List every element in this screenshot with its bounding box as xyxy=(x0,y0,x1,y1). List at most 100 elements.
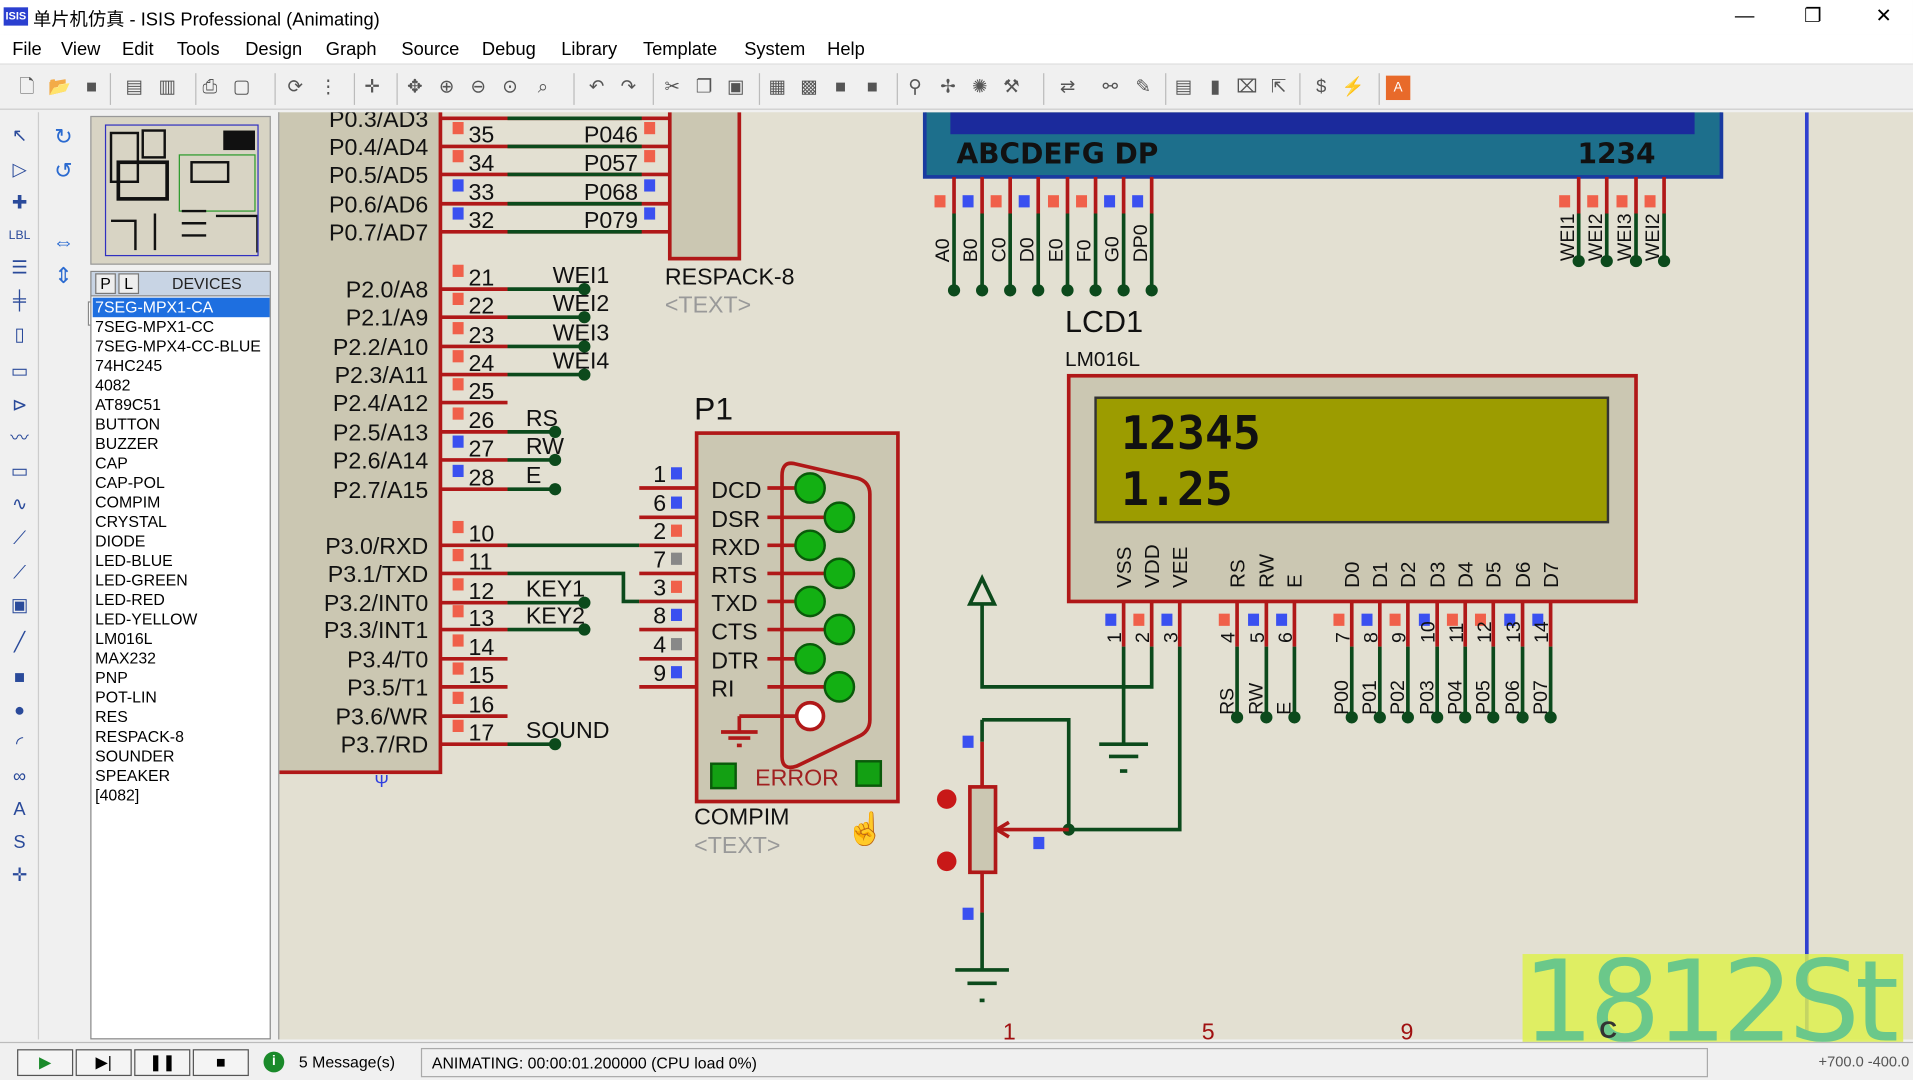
restore-button[interactable]: ❐ xyxy=(1789,2,1838,31)
device-list-item[interactable]: CAP xyxy=(93,454,270,474)
component-mode-icon[interactable]: ▷ xyxy=(5,157,34,184)
menu-file[interactable]: File xyxy=(12,39,41,60)
device-list-item[interactable]: LED-YELLOW xyxy=(93,610,270,630)
cut-icon[interactable]: ✂ xyxy=(660,76,684,100)
junction-dot-icon[interactable]: ✚ xyxy=(5,190,34,217)
close-button[interactable]: ✕ xyxy=(1859,2,1908,31)
menu-template[interactable]: Template xyxy=(643,39,717,60)
device-list-item[interactable]: 74HC245 xyxy=(93,356,270,376)
graph-icon[interactable]: 〰 xyxy=(5,426,34,453)
device-list-item[interactable]: LED-RED xyxy=(93,590,270,610)
menu-design[interactable]: Design xyxy=(245,39,302,60)
device-list-item[interactable]: COMPIM xyxy=(93,493,270,513)
paste-icon[interactable]: ▣ xyxy=(723,76,747,100)
play-button[interactable]: ▶ xyxy=(17,1049,74,1077)
subcircuit-icon[interactable]: ▯ xyxy=(5,322,34,349)
print-icon[interactable]: ⎙ xyxy=(198,76,222,100)
minimize-button[interactable]: — xyxy=(1720,2,1769,31)
device-list-item[interactable]: SOUNDER xyxy=(93,747,270,767)
virtual-instruments-icon[interactable]: ▣ xyxy=(5,593,34,620)
device-list-item[interactable]: SPEAKER xyxy=(93,766,270,786)
device-list-item[interactable]: RES xyxy=(93,708,270,728)
symbol-icon[interactable]: S xyxy=(5,830,34,857)
path-icon[interactable]: ∞ xyxy=(5,764,34,791)
menu-system[interactable]: System xyxy=(744,39,805,60)
menu-graph[interactable]: Graph xyxy=(326,39,377,60)
selection-mode-icon[interactable]: ↖ xyxy=(5,123,34,150)
origin-icon[interactable]: ✛ xyxy=(360,76,384,100)
zoom-all-icon[interactable]: ⊙ xyxy=(498,76,522,100)
stop-button[interactable]: ■ xyxy=(192,1049,249,1077)
device-list-item[interactable]: DIODE xyxy=(93,532,270,552)
menu-debug[interactable]: Debug xyxy=(482,39,536,60)
block-delete-icon[interactable]: ■ xyxy=(860,76,884,100)
voltage-probe-icon[interactable]: ⟋ xyxy=(5,526,34,553)
menu-view[interactable]: View xyxy=(61,39,100,60)
new-sheet-icon[interactable]: ▤ xyxy=(1171,76,1195,100)
zoom-in-icon[interactable]: ⊕ xyxy=(434,76,458,100)
electrical-check-icon[interactable]: ⚡ xyxy=(1341,76,1365,100)
mirror-horizontal-icon[interactable]: ⇔ xyxy=(46,228,80,255)
device-list-item[interactable]: RESPACK-8 xyxy=(93,727,270,747)
device-list-item[interactable]: LED-BLUE xyxy=(93,551,270,571)
zoom-out-icon[interactable]: ⊖ xyxy=(466,76,490,100)
packaging-icon[interactable]: ✺ xyxy=(967,76,991,100)
property-assign-icon[interactable]: ✎ xyxy=(1131,76,1155,100)
menu-library[interactable]: Library xyxy=(561,39,617,60)
info-icon[interactable]: i xyxy=(263,1051,285,1073)
device-list-item[interactable]: 7SEG-MPX1-CC xyxy=(93,317,270,337)
overview-window[interactable] xyxy=(90,115,271,265)
line-icon[interactable]: ╱ xyxy=(5,630,34,657)
schematic-canvas[interactable]: P0.3/AD3 P0.4/AD4 P0.5/AD5 P0.6/AD6 P0.7/AD7… xyxy=(278,112,1913,1040)
text-script-icon[interactable]: ☰ xyxy=(5,255,34,282)
wire-autorouter-icon[interactable]: ⇄ xyxy=(1055,76,1079,100)
new-file-icon[interactable]: 🗋 xyxy=(15,76,39,100)
save-file-icon[interactable]: ■ xyxy=(79,76,103,100)
step-button[interactable]: ▶| xyxy=(75,1049,132,1077)
library-manager-button[interactable]: L xyxy=(118,273,140,295)
search-tag-icon[interactable]: ⚯ xyxy=(1098,76,1122,100)
message-count[interactable]: 5 Message(s) xyxy=(299,1053,395,1071)
goto-sheet-icon[interactable]: ⌧ xyxy=(1235,76,1259,100)
copy-icon[interactable]: ❐ xyxy=(692,76,716,100)
exit-parent-icon[interactable]: ⇱ xyxy=(1266,76,1290,100)
menu-tools[interactable]: Tools xyxy=(177,39,220,60)
device-list-item[interactable]: LM016L xyxy=(93,630,270,650)
device-list-item[interactable]: BUTTON xyxy=(93,415,270,435)
device-list-item[interactable]: 4082 xyxy=(93,376,270,396)
pick-device-icon[interactable]: ⚲ xyxy=(903,76,927,100)
device-list-item[interactable]: BUZZER xyxy=(93,434,270,454)
bill-of-materials-icon[interactable]: $ xyxy=(1309,76,1333,100)
rotate-clockwise-icon[interactable]: ↻ xyxy=(46,123,80,150)
pan-icon[interactable]: ✥ xyxy=(403,76,427,100)
block-copy-icon[interactable]: ▦ xyxy=(765,76,789,100)
open-file-icon[interactable]: 📂 xyxy=(48,76,72,100)
grid-icon[interactable]: ⋮ xyxy=(316,76,340,100)
box-icon[interactable]: ■ xyxy=(5,665,34,692)
ares-icon[interactable]: A xyxy=(1385,75,1411,101)
export-icon[interactable]: ▥ xyxy=(155,76,179,100)
text-icon[interactable]: A xyxy=(5,797,34,824)
tape-recorder-icon[interactable]: ▭ xyxy=(5,459,34,486)
device-list-item[interactable]: PNP xyxy=(93,669,270,689)
make-device-icon[interactable]: ✢ xyxy=(936,76,960,100)
current-probe-icon[interactable]: ⟋ xyxy=(5,560,34,587)
marker-icon[interactable]: ✛ xyxy=(5,863,34,890)
device-list-item[interactable]: AT89C51 xyxy=(93,395,270,415)
device-list-item[interactable]: [4082] xyxy=(93,786,270,806)
pick-devices-button[interactable]: P xyxy=(95,273,116,295)
block-rotate-icon[interactable]: ■ xyxy=(828,76,852,100)
pause-button[interactable]: ❚❚ xyxy=(134,1049,191,1077)
buses-icon[interactable]: ╪ xyxy=(5,288,34,315)
redo-icon[interactable]: ↷ xyxy=(616,76,640,100)
device-list-item[interactable]: 7SEG-MPX4-CC-BLUE xyxy=(93,337,270,357)
menu-source[interactable]: Source xyxy=(401,39,459,60)
remove-sheet-icon[interactable]: ▮ xyxy=(1203,76,1227,100)
rotate-anticlockwise-icon[interactable]: ↺ xyxy=(46,157,80,184)
menu-edit[interactable]: Edit xyxy=(122,39,154,60)
decompose-icon[interactable]: ⚒ xyxy=(999,76,1023,100)
undo-icon[interactable]: ↶ xyxy=(584,76,608,100)
menu-help[interactable]: Help xyxy=(827,39,865,60)
refresh-icon[interactable]: ⟳ xyxy=(283,76,307,100)
block-move-icon[interactable]: ▩ xyxy=(797,76,821,100)
